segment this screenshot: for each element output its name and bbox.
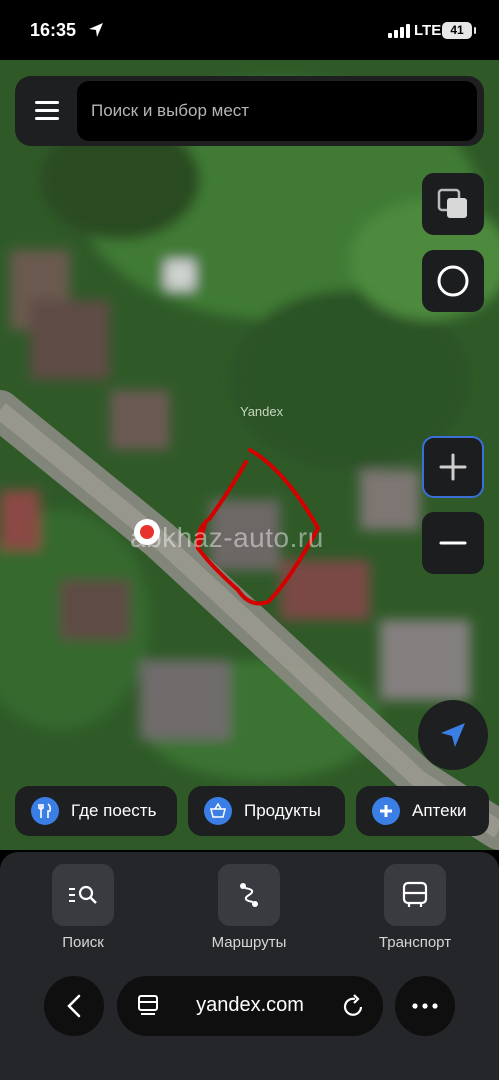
more-dots-icon xyxy=(412,1003,438,1009)
my-location-button[interactable] xyxy=(418,700,488,770)
browser-more-button[interactable] xyxy=(395,976,455,1036)
chip-label: Где поесть xyxy=(71,801,157,820)
status-bar: 16:35 LTE 41 xyxy=(0,0,499,60)
zoom-in-button[interactable] xyxy=(422,436,484,498)
chip-label: Аптеки xyxy=(412,801,467,820)
location-pin[interactable] xyxy=(134,519,160,545)
status-time: 16:35 xyxy=(30,20,77,40)
search-list-icon xyxy=(52,864,114,926)
basket-icon xyxy=(204,797,232,825)
browser-url-bar[interactable]: yandex.com xyxy=(117,976,383,1036)
route-icon xyxy=(218,864,280,926)
search-bar: Поиск и выбор мест xyxy=(15,76,484,146)
battery-indicator: 41 xyxy=(442,22,476,39)
tab-search[interactable]: Поиск xyxy=(23,864,143,951)
zoom-out-button[interactable] xyxy=(422,512,484,574)
yandex-map-mark: Yandex xyxy=(240,404,284,419)
tab-label: Маршруты xyxy=(211,934,287,951)
bus-icon xyxy=(384,864,446,926)
tab-label: Транспорт xyxy=(378,934,452,951)
navigation-arrow-icon xyxy=(441,723,465,747)
location-arrow-icon xyxy=(89,23,103,37)
reload-icon[interactable] xyxy=(343,994,365,1018)
chip-groceries[interactable]: Продукты xyxy=(188,786,345,836)
tab-label: Поиск xyxy=(62,934,104,951)
chevron-left-icon xyxy=(67,994,81,1018)
minus-icon xyxy=(439,541,467,545)
tab-routes[interactable]: Маршруты xyxy=(189,864,309,951)
browser-back-button[interactable] xyxy=(44,976,104,1036)
fork-knife-icon xyxy=(31,797,59,825)
plus-icon xyxy=(372,797,400,825)
network-type: LTE xyxy=(414,22,442,39)
search-input[interactable]: Поиск и выбор мест xyxy=(77,81,477,141)
chip-pharmacies[interactable]: Аптеки xyxy=(356,786,489,836)
chip-where-to-eat[interactable]: Где поесть xyxy=(15,786,177,836)
layers-button[interactable] xyxy=(422,173,484,235)
tab-transport[interactable]: Транспорт xyxy=(355,864,475,951)
menu-icon[interactable] xyxy=(35,101,59,121)
alice-button[interactable] xyxy=(422,250,484,312)
alice-icon xyxy=(437,265,469,297)
layers-icon xyxy=(437,188,467,218)
bottom-panel: Поиск Маршруты Транспорт yandex.com xyxy=(0,852,499,1080)
signal-icon xyxy=(388,24,410,38)
chip-label: Продукты xyxy=(244,801,321,820)
plus-icon xyxy=(439,453,467,481)
